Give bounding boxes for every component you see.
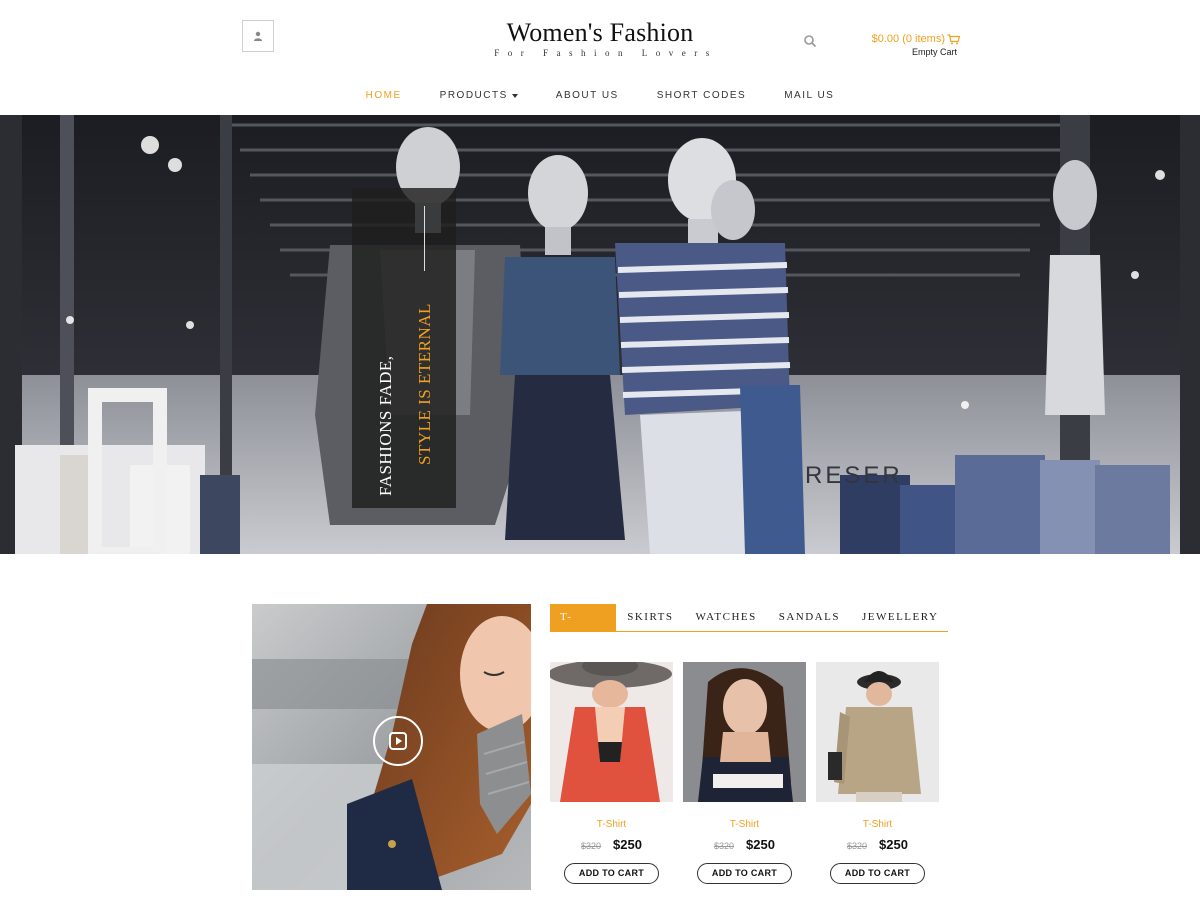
svg-text:RESER: RESER [805,462,903,489]
add-to-cart-button[interactable]: ADD TO CART [830,863,925,884]
nav-home-label: HOME [365,90,402,101]
hero-slider: RESER FASHIONS FADE, STYLE IS ETERNAL [0,115,1200,554]
product-card: T-Shirt $320 $250 ADD TO CART [816,662,939,884]
tab-watches[interactable]: WATCHES [685,604,768,631]
banner-divider [424,206,425,271]
tab-sandals[interactable]: SANDALS [768,604,851,631]
nav-mail-us-label: MAIL US [784,90,835,101]
product-old-price: $320 [581,841,602,851]
product-price: $250 [879,837,908,852]
logo-title: Women's Fashion [506,18,694,47]
product-image[interactable] [683,662,806,802]
product-image[interactable] [550,662,673,802]
product-card: T-Shirt $320 $250 ADD TO CART [550,662,673,884]
logo-tagline: For Fashion Lovers [494,48,718,58]
cart-total: $0.00 (0 items) [871,33,945,45]
product-name[interactable]: T-Shirt [550,819,673,830]
product-price: $250 [746,837,775,852]
product-category-tabs: T-SHIRTS SKIRTS WATCHES SANDALS JEWELLER… [550,604,949,650]
hero-quote-line1: FASHIONS FADE, [376,355,395,496]
hero-quote-line2: STYLE IS ETERNAL [415,303,434,465]
main-nav: HOME PRODUCTS ABOUT US SHORT CODES MAIL … [0,90,1200,101]
play-icon [389,732,407,750]
site-header: Women's Fashion For Fashion Lovers $0.00… [0,0,1200,115]
nav-about-us[interactable]: ABOUT US [555,90,620,101]
search-icon[interactable] [803,34,817,48]
product-image[interactable] [816,662,939,802]
tab-skirts[interactable]: SKIRTS [616,604,684,631]
user-icon [254,31,262,41]
nav-home[interactable]: HOME [365,90,403,101]
product-old-price: $320 [714,841,735,851]
product-name[interactable]: T-Shirt [816,819,939,830]
cart-status: Empty Cart [911,47,957,57]
tab-t-shirts[interactable]: T-SHIRTS [550,604,617,650]
product-name[interactable]: T-Shirt [683,819,806,830]
nav-short-codes-label: SHORT CODES [656,90,747,101]
nav-mail-us[interactable]: MAIL US [783,90,835,101]
hero-image: RESER [0,115,1200,554]
caret-down-icon [511,93,518,98]
product-card: T-Shirt $320 $250 ADD TO CART [683,662,806,884]
nav-short-codes[interactable]: SHORT CODES [656,90,747,101]
product-price: $250 [613,837,642,852]
hero-quote-banner: FASHIONS FADE, STYLE IS ETERNAL [352,188,456,508]
add-to-cart-button[interactable]: ADD TO CART [697,863,792,884]
user-account-button[interactable] [242,20,274,52]
video-panel[interactable] [252,604,531,890]
cart-icon [947,33,960,44]
cart-widget[interactable]: $0.00 (0 items) Empty Cart [860,33,960,57]
product-old-price: $320 [847,841,868,851]
tab-jewellery[interactable]: JEWELLERY [851,604,949,631]
site-logo[interactable]: Women's Fashion For Fashion Lovers [480,18,720,58]
nav-products[interactable]: PRODUCTS [439,90,519,101]
play-video-button[interactable] [373,716,423,766]
nav-products-label: PRODUCTS [439,90,508,101]
add-to-cart-button[interactable]: ADD TO CART [564,863,659,884]
nav-about-label: ABOUT US [555,90,619,101]
